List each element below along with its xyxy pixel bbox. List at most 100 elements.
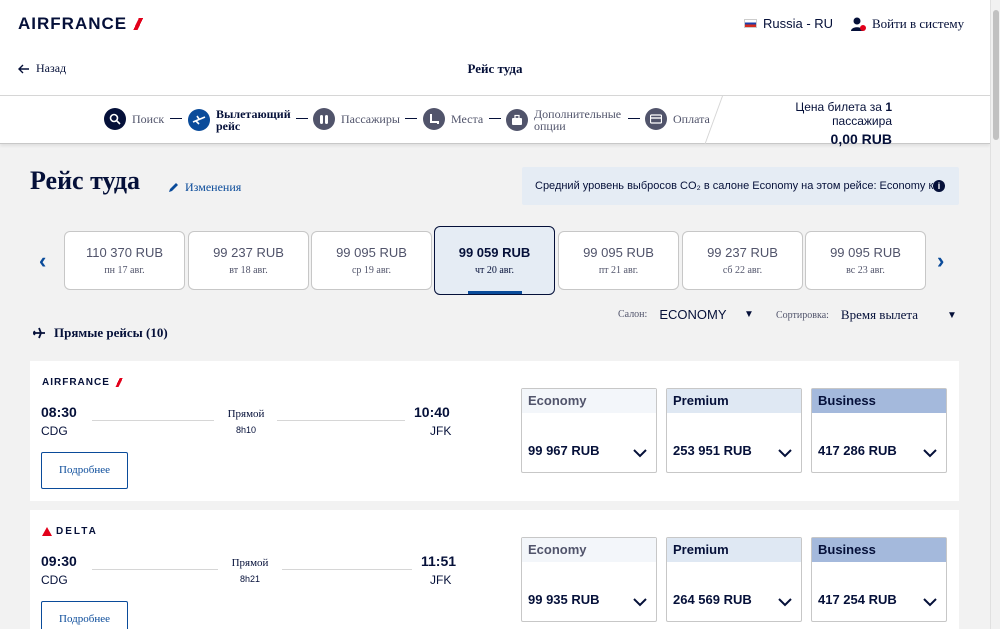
seat-icon bbox=[423, 108, 445, 130]
date-option[interactable]: 110 370 RUB пн 17 авг. bbox=[64, 231, 185, 290]
route-line bbox=[277, 420, 405, 421]
flight-type: Прямой bbox=[227, 408, 265, 420]
date-price: 99 095 RUB bbox=[336, 245, 407, 260]
login-label: Войти в систему bbox=[872, 16, 965, 31]
russia-flag-icon bbox=[744, 19, 757, 28]
departure-airport: CDG bbox=[41, 424, 68, 438]
step-divider bbox=[296, 118, 308, 119]
step-extras[interactable]: Дополнительные опции bbox=[506, 108, 624, 132]
departure-time: 08:30 bbox=[41, 404, 77, 420]
language-label: Russia - RU bbox=[763, 16, 834, 31]
route-line bbox=[92, 420, 214, 421]
date-option[interactable]: 99 095 RUB вс 23 авг. bbox=[805, 231, 926, 290]
price-label-prefix: Цена билета за bbox=[795, 100, 882, 114]
booking-steps: Поиск Вылетающий рейс Пассажиры Места До… bbox=[0, 96, 990, 147]
cabin-name: Economy bbox=[522, 538, 656, 562]
airfrance-stripe-icon bbox=[113, 378, 124, 387]
delta-logo-icon bbox=[42, 527, 52, 536]
date-label: чт 20 авг. bbox=[474, 265, 515, 276]
step-label: Места bbox=[451, 112, 484, 126]
date-option[interactable]: 99 095 RUB пт 21 авг. bbox=[558, 231, 679, 290]
details-button[interactable]: Подробнее bbox=[41, 452, 128, 489]
cabin-filter-value: ECONOMY bbox=[659, 307, 727, 322]
date-label: сб 22 авг. bbox=[722, 265, 763, 276]
cabin-business[interactable]: Business 417 254 RUB bbox=[811, 537, 947, 622]
flight-card: AIRFRANCE 08:30 CDG Прямой 8h10 10:40 JF… bbox=[30, 361, 959, 501]
step-search[interactable]: Поиск bbox=[104, 108, 164, 130]
language-selector[interactable]: Russia - RU bbox=[744, 16, 833, 31]
date-price: 99 095 RUB bbox=[583, 245, 654, 260]
arrival-airport: JFK bbox=[430, 424, 452, 438]
step-divider bbox=[489, 118, 501, 119]
sort-filter[interactable]: Сортировка: Время вылета ▼ bbox=[776, 307, 957, 323]
prev-dates-arrow[interactable]: ‹ bbox=[39, 250, 53, 272]
step-payment[interactable]: Оплата bbox=[645, 108, 710, 130]
info-icon[interactable]: i bbox=[933, 180, 945, 192]
date-price: 99 237 RUB bbox=[707, 245, 778, 260]
date-option[interactable]: 99 237 RUB вт 18 авг. bbox=[188, 231, 309, 290]
logo-stripe-icon bbox=[131, 18, 146, 30]
date-option[interactable]: 99 095 RUB ср 19 авг. bbox=[311, 231, 432, 290]
cabin-price: 417 286 RUB bbox=[818, 443, 897, 458]
chevron-down-icon bbox=[778, 449, 792, 458]
step-label: Поиск bbox=[132, 112, 165, 126]
airline-logo: AIRFRANCE bbox=[42, 377, 124, 388]
cabin-name: Premium bbox=[667, 389, 801, 413]
scrollbar-thumb[interactable] bbox=[993, 10, 999, 140]
changes-label: Изменения bbox=[185, 180, 242, 194]
step-passengers[interactable]: Пассажиры bbox=[313, 108, 400, 130]
chevron-down-icon: ▼ bbox=[744, 309, 754, 320]
chevron-down-icon bbox=[923, 449, 937, 458]
step-seats[interactable]: Места bbox=[423, 108, 483, 130]
cabin-filter[interactable]: Салон: ECONOMY ▼ bbox=[618, 307, 754, 322]
login-link[interactable]: Войти в систему bbox=[850, 16, 964, 32]
cabin-name: Premium bbox=[667, 538, 801, 562]
cabin-price: 417 254 RUB bbox=[818, 592, 897, 607]
flight-duration: 8h21 bbox=[239, 574, 261, 584]
price-label-suffix: пассажира bbox=[832, 114, 892, 128]
changes-link[interactable]: Изменения bbox=[167, 180, 241, 195]
details-button[interactable]: Подробнее bbox=[41, 601, 128, 629]
airline-name: DELTA bbox=[56, 526, 98, 537]
arrival-airport: JFK bbox=[430, 573, 452, 587]
cabin-premium[interactable]: Premium 264 569 RUB bbox=[666, 537, 802, 622]
cabin-name: Economy bbox=[522, 389, 656, 413]
date-price: 99 059 RUB bbox=[458, 245, 531, 260]
date-label: пн 17 авг. bbox=[104, 265, 145, 276]
chevron-down-icon bbox=[633, 449, 647, 458]
chevron-down-icon bbox=[923, 598, 937, 607]
cabin-filter-label: Салон: bbox=[618, 309, 648, 320]
date-option[interactable]: 99 237 RUB сб 22 авг. bbox=[682, 231, 803, 290]
route-line bbox=[92, 569, 218, 570]
chevron-down-icon: ▼ bbox=[947, 309, 957, 321]
airfrance-logo[interactable]: AIRFRANCE bbox=[18, 14, 146, 34]
arrival-time: 11:51 bbox=[421, 553, 457, 569]
cabin-name: Business bbox=[812, 538, 946, 562]
page-title: Рейс туда bbox=[30, 166, 141, 195]
airline-name: AIRFRANCE bbox=[42, 377, 110, 388]
step-divider bbox=[628, 118, 640, 119]
sort-filter-label: Сортировка: bbox=[776, 309, 829, 321]
cabin-economy[interactable]: Economy 99 935 RUB bbox=[521, 537, 657, 622]
cabin-name: Business bbox=[812, 389, 946, 413]
date-option-selected[interactable]: 99 059 RUB чт 20 авг. bbox=[434, 226, 555, 295]
flight-card: DELTA 09:30 CDG Прямой 8h21 11:51 JFK По… bbox=[30, 510, 959, 629]
chevron-down-icon bbox=[633, 598, 647, 607]
cabin-economy[interactable]: Economy 99 967 RUB bbox=[521, 388, 657, 473]
next-dates-arrow[interactable]: › bbox=[937, 250, 951, 272]
flight-type: Прямой bbox=[231, 557, 269, 569]
departure-time: 09:30 bbox=[41, 553, 77, 569]
cabin-business[interactable]: Business 417 286 RUB bbox=[811, 388, 947, 473]
ticket-price-summary: Цена билета за 1 пассажира 0,00 RUB bbox=[740, 100, 892, 147]
user-icon bbox=[851, 17, 866, 31]
logo-text: AIRFRANCE bbox=[18, 14, 128, 33]
plane-icon bbox=[33, 327, 45, 339]
cabin-price: 99 935 RUB bbox=[528, 592, 600, 607]
cabin-premium[interactable]: Premium 253 951 RUB bbox=[666, 388, 802, 473]
step-outbound[interactable]: Вылетающий рейс bbox=[188, 108, 292, 132]
step-divider bbox=[405, 118, 417, 119]
date-price: 110 370 RUB bbox=[85, 245, 164, 260]
pencil-icon bbox=[169, 182, 178, 192]
page-scrollbar[interactable] bbox=[990, 0, 1000, 629]
passenger-count: 1 bbox=[885, 100, 892, 114]
